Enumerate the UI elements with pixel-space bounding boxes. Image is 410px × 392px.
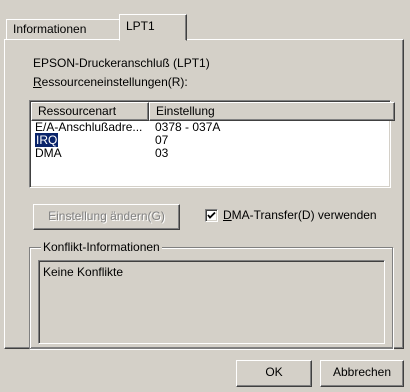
cancel-button[interactable]: Abbrechen — [320, 360, 404, 387]
list-item-type[interactable]: DMA — [35, 147, 62, 160]
column-header-type[interactable]: Ressourcenart — [31, 102, 149, 121]
resource-settings-label: Ressourceneinstellungen(R): — [33, 75, 188, 89]
conflict-legend: Konflikt-Informationen — [41, 240, 162, 254]
list-item-setting: 03 — [155, 146, 169, 160]
resource-settings-mnemonic: R — [33, 75, 42, 89]
cancel-button-label: Abbrechen — [332, 365, 392, 379]
conflict-text: Keine Konflikte — [43, 265, 124, 279]
column-header-setting[interactable]: Einstellung — [149, 102, 395, 121]
tab-informationen-label: Informationen — [13, 22, 87, 36]
change-setting-button[interactable]: Einstellung ändern(G) — [33, 204, 180, 230]
port-title: EPSON-Druckeranschluß (LPT1) — [33, 56, 210, 70]
resource-list[interactable]: Ressourcenart Einstellung E/A-Anschlußad… — [29, 100, 395, 188]
checkmark-icon — [207, 211, 216, 219]
dma-transfer-label[interactable]: DMA-Transfer(D) verwenden — [223, 208, 377, 222]
tab-lpt1[interactable]: LPT1 — [119, 14, 187, 41]
change-setting-button-label: Einstellung ändern(G) — [48, 209, 165, 223]
selected-item-label: IRQ — [35, 133, 59, 147]
ok-button-label: OK — [265, 365, 283, 379]
tab-informationen[interactable]: Informationen — [6, 19, 130, 40]
dma-transfer-mnemonic: D — [223, 208, 232, 222]
dma-transfer-label-rest: MA-Transfer(D) verwenden — [231, 208, 377, 222]
resource-settings-label-rest: essourceneinstellungen(R): — [41, 75, 188, 89]
column-header-type-label: Ressourcenart — [38, 104, 117, 118]
ok-button[interactable]: OK — [236, 360, 312, 387]
conflict-info-box: Keine Konflikte — [38, 260, 385, 344]
tab-lpt1-label: LPT1 — [126, 19, 155, 33]
dma-transfer-checkbox[interactable] — [205, 209, 218, 222]
column-header-setting-label: Einstellung — [156, 104, 215, 118]
